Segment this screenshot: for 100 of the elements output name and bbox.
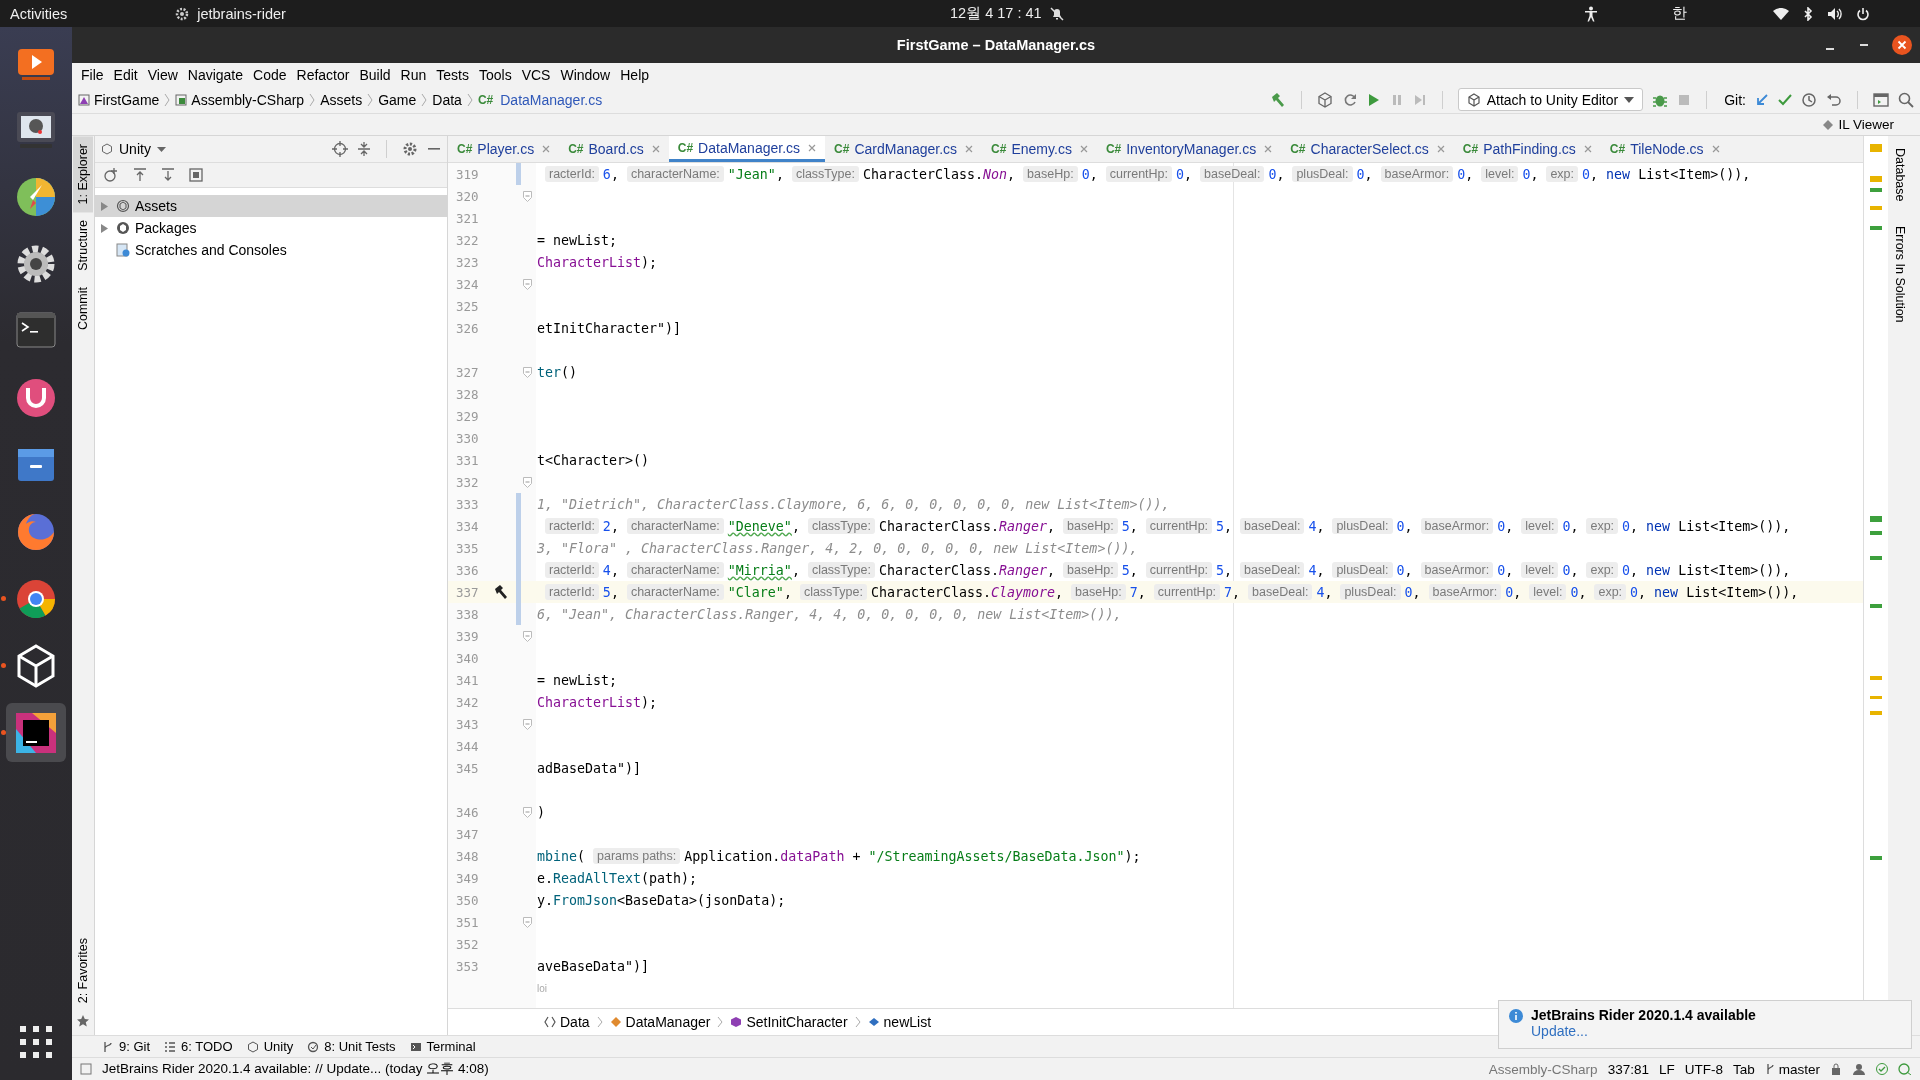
breadcrumb-item[interactable]: Data — [432, 91, 462, 108]
accessibility-icon[interactable] — [1584, 5, 1598, 22]
breadcrumb-item[interactable]: SetInitCharacter — [746, 1014, 848, 1030]
collapse-down-icon[interactable] — [161, 168, 175, 182]
git-branch[interactable]: master — [1764, 1061, 1820, 1077]
change-marker[interactable] — [516, 603, 521, 625]
fold-icon[interactable] — [523, 366, 532, 378]
fold-icon[interactable] — [523, 718, 532, 730]
person-icon[interactable] — [1852, 1063, 1866, 1075]
editor-tab[interactable]: C# InventoryManager.cs — [1096, 136, 1282, 162]
menu-item[interactable]: Navigate — [182, 66, 249, 83]
status-message[interactable]: JetBrains Rider 2020.1.4 available: // Update... (today 오후 4:08) — [102, 1060, 489, 1078]
side-tab[interactable]: Structure — [73, 212, 93, 280]
update-arrow-icon[interactable] — [1755, 92, 1769, 107]
breadcrumb-item[interactable]: FirstGame — [94, 91, 160, 108]
settings-icon[interactable] — [402, 141, 418, 157]
selected-row[interactable]: Assets — [95, 195, 447, 217]
fold-icon[interactable] — [523, 476, 532, 488]
fold-icon[interactable] — [523, 190, 532, 202]
tool-window-button[interactable]: Unity — [246, 1039, 294, 1054]
menu-item[interactable]: File — [76, 66, 109, 83]
editor-tab[interactable]: C# CardManager.cs — [825, 136, 983, 162]
side-tab[interactable]: 2: Favorites — [73, 929, 93, 1011]
menu-item[interactable]: View — [142, 66, 183, 83]
fold-icon[interactable] — [523, 278, 532, 290]
menu-item[interactable]: VCS — [516, 66, 556, 83]
indent-setting[interactable]: Tab — [1732, 1061, 1755, 1077]
editor-tab[interactable]: C# PathFinding.cs — [1453, 136, 1601, 162]
menu-item[interactable]: Help — [615, 66, 655, 83]
menu-item[interactable]: Build — [354, 66, 396, 83]
change-marker[interactable] — [516, 493, 521, 515]
hammer-icon[interactable] — [493, 584, 509, 600]
window-icon[interactable] — [1873, 91, 1889, 108]
app-menu[interactable]: jetbrains-rider — [197, 5, 286, 22]
collapse-icon[interactable] — [357, 141, 371, 157]
volume-icon[interactable] — [1827, 6, 1842, 21]
breadcrumb-item[interactable]: Assets — [320, 91, 363, 108]
lock-icon[interactable] — [1830, 1063, 1842, 1075]
tool-window-button[interactable]: 9: Git — [102, 1039, 151, 1054]
editor-tab[interactable]: C# DataManager.cs — [668, 136, 826, 162]
expand-icon[interactable] — [133, 168, 147, 182]
clock[interactable]: 12월 4 17 : 41 — [950, 4, 1042, 23]
menu-item[interactable]: Code — [248, 66, 292, 83]
editor-tab[interactable]: C# Enemy.cs — [982, 136, 1097, 162]
side-tab[interactable]: Errors In Solution — [1888, 213, 1912, 335]
editor-tab[interactable]: C# Player.cs — [448, 136, 560, 162]
menu-item[interactable]: Run — [395, 66, 432, 83]
status-project[interactable]: Assembly-CSharp — [1488, 1061, 1598, 1077]
caret-position[interactable]: 337:81 — [1607, 1061, 1649, 1077]
close-icon[interactable] — [1892, 35, 1912, 55]
bluetooth-icon[interactable] — [1803, 6, 1813, 21]
breadcrumb-item[interactable]: newList — [883, 1014, 932, 1030]
il-viewer-button[interactable]: IL Viewer — [1838, 117, 1894, 132]
app-grid-icon[interactable] — [20, 1026, 52, 1058]
fold-icon[interactable] — [523, 916, 532, 928]
tool-window-button[interactable]: Terminal — [409, 1039, 476, 1054]
history-icon[interactable] — [1801, 91, 1817, 108]
run-icon[interactable] — [1366, 91, 1381, 108]
run-configuration-dropdown[interactable]: Attach to Unity Editor — [1457, 88, 1644, 111]
line-separator[interactable]: LF — [1658, 1061, 1675, 1077]
status-toggle-icon[interactable] — [80, 1063, 92, 1075]
menu-item[interactable]: Refactor — [291, 66, 355, 83]
fold-icon[interactable] — [523, 806, 532, 818]
side-tab[interactable]: Database — [1888, 136, 1912, 214]
editor-tab[interactable]: C# CharacterSelect.cs — [1281, 136, 1454, 162]
breadcrumb-item[interactable]: DataManager — [625, 1014, 711, 1030]
search-icon[interactable] — [1898, 91, 1914, 108]
tool-window-button[interactable]: 6: TODO — [164, 1039, 233, 1054]
menu-item[interactable]: Window — [555, 66, 616, 83]
input-method[interactable]: 한 — [1672, 4, 1687, 23]
breadcrumb-item[interactable]: Assembly-CSharp — [191, 91, 305, 108]
menu-item[interactable]: Tests — [431, 66, 474, 83]
fold-icon[interactable] — [523, 630, 532, 642]
side-tab[interactable]: Commit — [73, 279, 93, 339]
expand-arrow-icon[interactable] — [101, 201, 108, 211]
wifi-icon[interactable] — [1773, 7, 1789, 20]
activities-button[interactable]: Activities — [0, 5, 90, 22]
side-tab[interactable]: 1: Explorer — [73, 136, 93, 213]
view-dropdown[interactable]: Unity — [101, 141, 166, 157]
menu-item[interactable]: Tools — [473, 66, 517, 83]
menu-item[interactable]: Edit — [108, 66, 143, 83]
tree-item[interactable]: Scratches and Consoles — [135, 242, 287, 258]
unity-icon[interactable] — [1316, 91, 1333, 108]
breadcrumb-item[interactable]: Game — [378, 91, 417, 108]
update-link[interactable]: Update... — [1531, 1023, 1588, 1039]
breadcrumb-item[interactable]: Data — [560, 1014, 590, 1030]
undo-icon[interactable] — [1826, 91, 1842, 108]
preview-icon[interactable] — [189, 168, 203, 182]
editor-tab[interactable]: C# TileNode.cs — [1600, 136, 1729, 162]
tree-item[interactable]: Assets — [135, 198, 177, 214]
power-icon[interactable] — [1856, 6, 1870, 21]
change-marker[interactable] — [516, 163, 521, 185]
tool-window-button[interactable]: 8: Unit Tests — [307, 1039, 396, 1054]
editor-tab[interactable]: C# Board.cs — [559, 136, 669, 162]
tree-item[interactable]: Packages — [135, 220, 197, 236]
breadcrumb-item[interactable]: DataManager.cs — [500, 91, 603, 108]
locate-icon[interactable] — [332, 141, 348, 157]
expand-arrow-icon[interactable] — [101, 223, 108, 233]
file-encoding[interactable]: UTF-8 — [1684, 1061, 1723, 1077]
check-icon[interactable] — [1778, 92, 1792, 107]
